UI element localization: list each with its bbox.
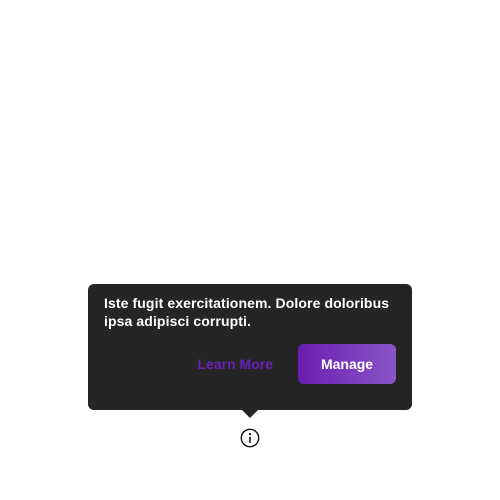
info-circle-icon [240, 428, 260, 448]
tooltip-actions: Learn More Manage [198, 344, 396, 384]
tooltip-message: Iste fugit exercitationem. Dolore dolori… [104, 295, 390, 329]
info-button[interactable] [240, 428, 260, 448]
info-tooltip: Iste fugit exercitationem. Dolore dolori… [88, 284, 412, 410]
tooltip-pointer [241, 409, 259, 418]
manage-button[interactable]: Manage [298, 344, 396, 384]
page: Iste fugit exercitationem. Dolore dolori… [0, 0, 500, 500]
learn-more-link[interactable]: Learn More [198, 356, 273, 372]
